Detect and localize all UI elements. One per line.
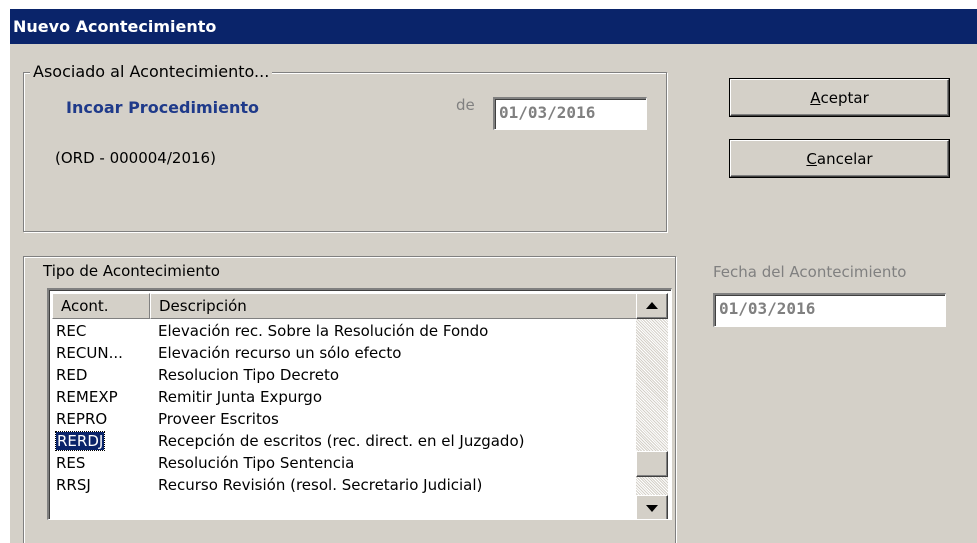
accept-label: ceptar [820,88,869,107]
list-header: Acont. Descripción [52,293,652,319]
item-code: RED [56,366,88,384]
item-code: REPRO [56,410,108,428]
item-code: RERDJ [54,431,106,451]
associated-event-legend: Asociado al Acontecimiento... [30,63,273,81]
cancel-mnemonic: C [806,149,817,168]
scroll-thumb[interactable] [636,451,668,477]
list-item[interactable]: RED Resolucion Tipo Decreto [52,364,636,386]
event-type-label: Tipo de Acontecimiento [43,262,220,280]
item-description: Recepción de escritos (rec. direct. en e… [158,432,525,450]
item-description: Proveer Escritos [158,410,279,428]
scroll-track[interactable] [636,293,668,519]
accept-mnemonic: A [810,88,821,107]
scroll-up-arrow-icon [646,302,658,309]
case-reference: (ORD - 000004/2016) [55,149,216,167]
list-item[interactable]: REC Elevación rec. Sobre la Resolución de… [52,320,636,342]
column-header-code[interactable]: Acont. [52,293,150,319]
item-description: Elevación rec. Sobre la Resolución de Fo… [158,322,489,340]
item-code: REMEXP [56,388,118,406]
list-item[interactable]: RECUN... Elevación recurso un sólo efecto [52,342,636,364]
cancel-button[interactable]: Cancelar [730,140,949,177]
associated-event-name: Incoar Procedimiento [66,98,259,117]
item-code: RECUN... [56,344,123,362]
associated-date-field: 01/03/2016 [493,97,647,130]
item-description: Resolución Tipo Sentencia [158,454,355,472]
list-item[interactable]: RES Resolución Tipo Sentencia [52,452,636,474]
scroll-down-button[interactable] [636,495,668,519]
list-item[interactable]: REMEXP Remitir Junta Expurgo [52,386,636,408]
item-code: RES [56,454,86,472]
column-header-description[interactable]: Descripción [150,293,652,319]
event-type-list[interactable]: Acont. Descripción REC Elevación rec. Sob… [47,288,672,520]
accept-button[interactable]: Aceptar [730,79,949,116]
event-date-field: 01/03/2016 [713,293,946,327]
item-description: Resolucion Tipo Decreto [158,366,339,384]
item-description: Elevación recurso un sólo efecto [158,344,402,362]
list-item[interactable]: REPRO Proveer Escritos [52,408,636,430]
scroll-up-button[interactable] [636,293,668,319]
date-prefix-label: de [456,96,475,114]
scroll-down-arrow-icon [646,505,658,512]
list-rows: REC Elevación rec. Sobre la Resolución de… [52,320,636,496]
cancel-label: ancelar [816,149,873,168]
item-description: Remitir Junta Expurgo [158,388,323,406]
list-item[interactable]: RRSJ Recurso Revisión (resol. Secretario … [52,474,636,496]
item-code: RRSJ [56,476,91,494]
item-description: Recurso Revisión (resol. Secretario Judi… [158,476,483,494]
event-date-label: Fecha del Acontecimiento [713,263,907,281]
list-item[interactable]: RERDJ Recepción de escritos (rec. direct.… [52,430,636,452]
window-title: Nuevo Acontecimiento [10,9,977,44]
list-scrollbar[interactable] [636,293,668,519]
item-code: REC [56,322,87,340]
